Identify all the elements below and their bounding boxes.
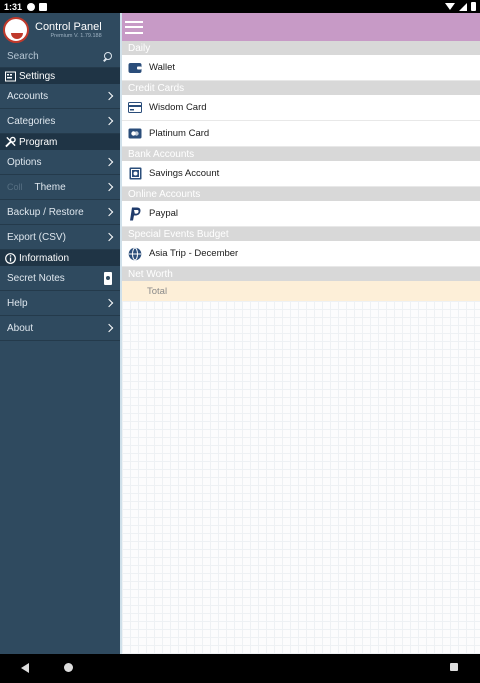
credit-card-icon bbox=[128, 101, 142, 115]
section-program: Program bbox=[0, 134, 120, 150]
battery-icon bbox=[471, 2, 476, 11]
account-row-platinum-card[interactable]: Platinum Card bbox=[122, 121, 480, 147]
main-panel: Daily Wallet Credit Cards Wisdom Card Pl… bbox=[122, 13, 480, 654]
theme-prefix-label: Coll bbox=[7, 182, 23, 192]
section-information: Information bbox=[0, 250, 120, 266]
app-version: Premium V. 1.79.188 bbox=[50, 32, 102, 39]
info-icon bbox=[5, 252, 16, 264]
chevron-right-icon bbox=[104, 232, 114, 242]
sidebar-item-accounts[interactable]: Accounts bbox=[0, 84, 120, 109]
paypal-icon bbox=[128, 207, 142, 221]
search-icon[interactable] bbox=[102, 51, 112, 62]
home-icon[interactable] bbox=[64, 663, 73, 672]
account-name: Asia Trip - December bbox=[149, 248, 239, 259]
sidebar-item-categories[interactable]: Categories bbox=[0, 109, 120, 134]
globe-icon bbox=[128, 247, 142, 261]
android-nav-bar bbox=[0, 654, 480, 683]
account-row-wisdom-card[interactable]: Wisdom Card bbox=[122, 95, 480, 121]
account-name: Platinum Card bbox=[149, 128, 210, 139]
section-program-label: Program bbox=[19, 136, 58, 148]
sidebar-item-backup[interactable]: Backup / Restore bbox=[0, 200, 120, 225]
account-row-asia-trip[interactable]: Asia Trip - December bbox=[122, 241, 480, 267]
sidebar-item-label: About bbox=[7, 322, 34, 334]
status-time: 1:31 bbox=[4, 1, 23, 12]
back-icon[interactable] bbox=[21, 663, 29, 673]
section-settings: Settings bbox=[0, 68, 120, 84]
chevron-right-icon bbox=[104, 323, 114, 333]
sidebar-item-label: Theme bbox=[34, 181, 66, 193]
menu-icon[interactable] bbox=[125, 20, 143, 34]
net-worth-total-row: Total bbox=[122, 281, 480, 301]
status-bar: 1:31 bbox=[0, 0, 480, 13]
account-name: Savings Account bbox=[149, 168, 220, 179]
section-settings-label: Settings bbox=[19, 70, 56, 82]
chevron-right-icon bbox=[104, 207, 114, 217]
total-label: Total bbox=[147, 285, 168, 297]
section-information-label: Information bbox=[19, 252, 70, 264]
group-header-bank-accounts: Bank Accounts bbox=[122, 147, 480, 161]
sidebar-title: Control Panel bbox=[35, 20, 102, 33]
group-header-credit-cards: Credit Cards bbox=[122, 81, 480, 95]
sidebar-item-label: Backup / Restore bbox=[7, 206, 84, 218]
toggle-icon[interactable] bbox=[104, 271, 112, 285]
account-name: Paypal bbox=[149, 208, 179, 219]
group-header-special-events: Special Events Budget bbox=[122, 227, 480, 241]
platinum-card-icon bbox=[128, 127, 142, 141]
sidebar-item-help[interactable]: Help bbox=[0, 291, 120, 316]
safe-icon bbox=[128, 167, 142, 181]
notification-icon-2 bbox=[39, 2, 48, 11]
sidebar-item-label: Options bbox=[7, 156, 42, 168]
notification-icon bbox=[27, 2, 36, 11]
group-header-net-worth: Net Worth bbox=[122, 267, 480, 281]
sidebar-item-options[interactable]: Options bbox=[0, 150, 120, 175]
tools-icon bbox=[5, 136, 16, 148]
sidebar-item-about[interactable]: About bbox=[0, 316, 120, 341]
chevron-right-icon bbox=[104, 298, 114, 308]
search-row[interactable]: Search bbox=[0, 46, 120, 68]
sidebar-item-label: Secret Notes bbox=[7, 272, 65, 284]
sidebar-item-secret-notes[interactable]: Secret Notes bbox=[0, 266, 120, 291]
settings-icon bbox=[5, 71, 16, 82]
account-row-paypal[interactable]: Paypal bbox=[122, 201, 480, 227]
toolbar bbox=[122, 13, 480, 41]
group-header-daily: Daily bbox=[122, 41, 480, 55]
account-name: Wisdom Card bbox=[149, 102, 207, 113]
recent-apps-icon[interactable] bbox=[450, 663, 458, 671]
wifi-icon bbox=[445, 3, 455, 10]
sidebar: Control Panel Premium V. 1.79.188 Search… bbox=[0, 13, 120, 654]
search-label: Search bbox=[7, 51, 39, 62]
sidebar-item-label: Export (CSV) bbox=[7, 231, 66, 243]
chevron-right-icon bbox=[104, 157, 114, 167]
sidebar-header: Control Panel Premium V. 1.79.188 bbox=[0, 13, 120, 46]
account-row-wallet[interactable]: Wallet bbox=[122, 55, 480, 81]
account-name: Wallet bbox=[149, 62, 176, 73]
chevron-right-icon bbox=[104, 116, 114, 126]
sidebar-item-theme[interactable]: Coll Theme bbox=[0, 175, 120, 200]
sidebar-item-label: Categories bbox=[7, 115, 56, 127]
sidebar-item-label: Accounts bbox=[7, 90, 49, 102]
app-logo-icon bbox=[3, 16, 29, 43]
group-header-online-accounts: Online Accounts bbox=[122, 187, 480, 201]
signal-icon bbox=[459, 2, 467, 11]
chevron-right-icon bbox=[104, 182, 114, 192]
sidebar-item-label: Help bbox=[7, 297, 28, 309]
chevron-right-icon bbox=[104, 91, 114, 101]
wallet-icon bbox=[128, 61, 142, 75]
sidebar-item-export[interactable]: Export (CSV) bbox=[0, 225, 120, 250]
account-row-savings[interactable]: Savings Account bbox=[122, 161, 480, 187]
